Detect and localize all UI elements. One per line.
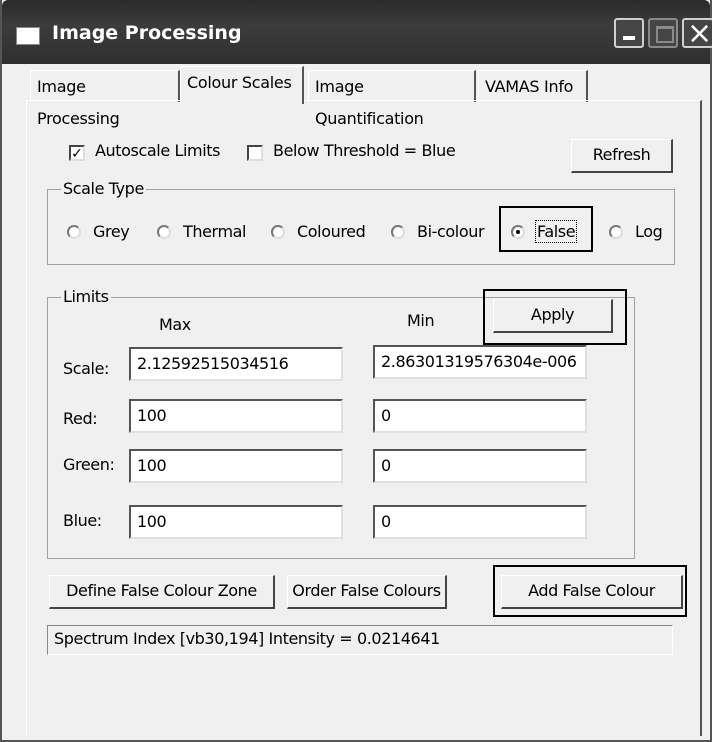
radio-log[interactable]: [609, 225, 623, 239]
radio-grey-label: Grey: [93, 222, 130, 241]
scale-type-title: Scale Type: [61, 179, 146, 198]
image-processing-window: Image Processing × Image Processing Colo…: [0, 0, 712, 742]
green-max-input[interactable]: 100: [129, 449, 343, 483]
order-false-colours-button[interactable]: Order False Colours: [287, 575, 447, 609]
radio-thermal[interactable]: [157, 225, 171, 239]
close-button[interactable]: ×: [682, 16, 712, 51]
tab-image-quantification[interactable]: Image Quantification: [308, 70, 476, 128]
radio-coloured[interactable]: [271, 225, 285, 239]
add-false-colour-highlight: [493, 565, 687, 617]
red-max-input[interactable]: 100: [129, 399, 343, 433]
max-column-header: Max: [159, 315, 191, 334]
window-icon: [16, 27, 40, 45]
define-false-colour-zone-button[interactable]: Define False Colour Zone: [49, 575, 275, 609]
scale-max-input[interactable]: 2.12592515034516: [129, 347, 343, 381]
blue-max-input[interactable]: 100: [129, 505, 343, 539]
autoscale-label: Autoscale Limits: [95, 141, 221, 160]
below-threshold-label: Below Threshold = Blue: [273, 141, 456, 160]
green-row-label: Green:: [63, 455, 115, 474]
red-row-label: Red:: [63, 409, 98, 428]
tab-vamas-info[interactable]: VAMAS Info: [478, 70, 588, 102]
blue-row-label: Blue:: [63, 511, 102, 530]
green-min-input[interactable]: 0: [373, 449, 587, 483]
below-threshold-checkbox[interactable]: [247, 145, 263, 161]
red-min-input[interactable]: 0: [373, 399, 587, 433]
radio-grey[interactable]: [67, 225, 81, 239]
min-column-header: Min: [407, 311, 435, 330]
tab-image-processing[interactable]: Image Processing: [30, 70, 180, 128]
radio-thermal-label: Thermal: [183, 222, 247, 241]
minimize-button[interactable]: [614, 18, 644, 48]
radio-bi-colour[interactable]: [391, 225, 405, 239]
radio-coloured-label: Coloured: [297, 222, 366, 241]
close-icon: ×: [687, 16, 712, 51]
limits-title: Limits: [61, 287, 111, 306]
window-title: Image Processing: [52, 22, 242, 44]
blue-min-input[interactable]: 0: [373, 505, 587, 539]
scale-min-input[interactable]: 2.86301319576304e-006: [373, 345, 587, 379]
radio-bi-colour-label: Bi-colour: [417, 222, 485, 241]
apply-highlight: [483, 289, 627, 345]
radio-log-label: Log: [635, 222, 663, 241]
title-bar[interactable]: Image Processing ×: [2, 0, 712, 64]
scale-row-label: Scale:: [63, 359, 110, 378]
maximize-button[interactable]: [648, 18, 678, 48]
status-bar: Spectrum Index [vb30,194] Intensity = 0.…: [47, 625, 673, 655]
colour-scales-panel: ✓ Autoscale Limits Below Threshold = Blu…: [26, 100, 702, 736]
autoscale-checkbox[interactable]: ✓: [69, 145, 85, 161]
tab-colour-scales[interactable]: Colour Scales: [180, 66, 304, 104]
refresh-button[interactable]: Refresh: [571, 139, 673, 173]
false-option-highlight: [499, 206, 593, 252]
